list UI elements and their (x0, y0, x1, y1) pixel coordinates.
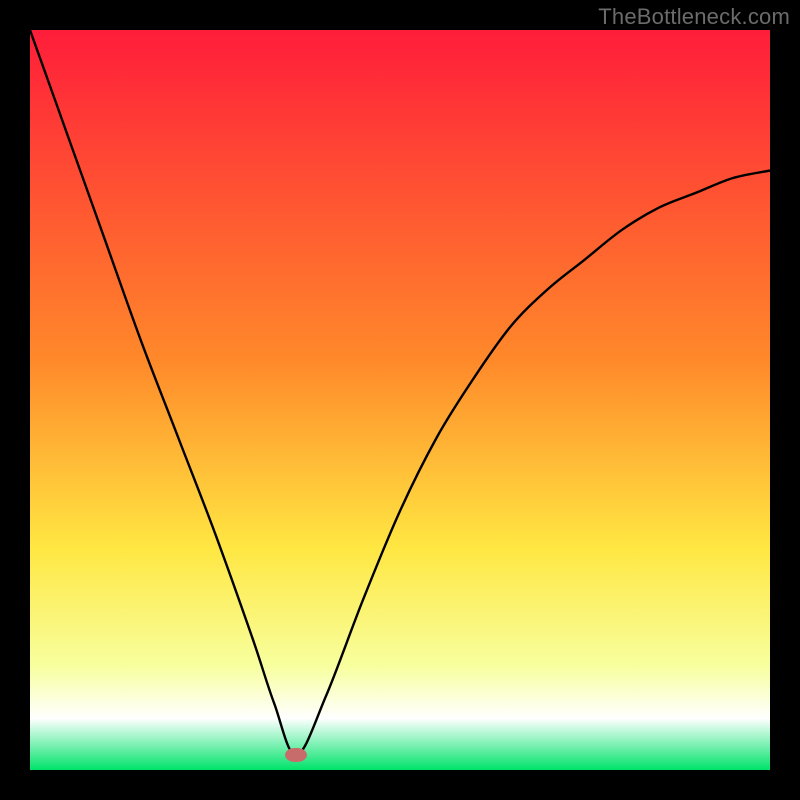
watermark-text: TheBottleneck.com (598, 4, 790, 30)
chart-svg (30, 30, 770, 770)
frame-left (0, 0, 30, 800)
frame-right (770, 0, 800, 800)
optimal-point-marker (285, 748, 307, 762)
gradient-background (30, 30, 770, 770)
plot-area (30, 30, 770, 770)
frame-bottom (0, 770, 800, 800)
